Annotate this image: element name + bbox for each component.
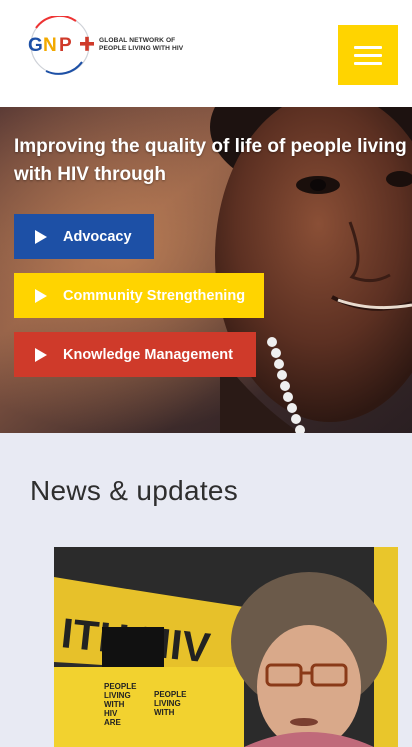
placard-line-1: PEOPLE — [104, 682, 137, 691]
knowledge-management-button[interactable]: Knowledge Management — [14, 332, 256, 377]
advocacy-button-label: Advocacy — [63, 228, 132, 245]
placard-line-4: HIV — [104, 709, 118, 718]
menu-button[interactable] — [338, 25, 398, 85]
logo-letter-n: N — [43, 35, 57, 56]
play-icon — [35, 288, 47, 303]
hero-title: Improving the quality of life of people … — [14, 136, 407, 185]
gnp-logo[interactable]: G N P GLOBAL NETWORK OF PEOPLE LIVING WI… — [26, 16, 201, 76]
community-strengthening-button[interactable]: Community Strengthening — [14, 273, 264, 318]
news-title: News & updates — [30, 475, 239, 506]
news-featured-image[interactable]: ITH HIV PEOPLE LIVING WITH HIV ARE PEOPL… — [54, 547, 398, 747]
placard-line-3: WITH — [104, 700, 125, 709]
hero-section: Improving the quality of life of people … — [0, 107, 412, 433]
placard-line-7: LIVING — [154, 699, 181, 708]
placard-line-2: LIVING — [104, 691, 131, 700]
logo-letter-g: G — [28, 35, 43, 56]
play-icon — [35, 347, 47, 362]
placard-line-5: ARE — [104, 718, 122, 727]
community-strengthening-button-label: Community Strengthening — [63, 287, 246, 304]
knowledge-management-button-label: Knowledge Management — [63, 346, 233, 363]
site-header: G N P GLOBAL NETWORK OF PEOPLE LIVING WI… — [0, 0, 412, 107]
placard-line-8: WITH — [154, 708, 175, 717]
logo-letter-p: P — [59, 35, 72, 56]
news-section: News & updates ITH HIV PEOPLE LIVING WIT… — [0, 433, 412, 747]
logo-line1: GLOBAL NETWORK OF — [99, 37, 176, 44]
play-icon — [35, 229, 47, 244]
placard-line-6: PEOPLE — [154, 690, 187, 699]
news-photo: ITH HIV PEOPLE LIVING WITH HIV ARE PEOPL… — [54, 547, 398, 747]
logo-tagline: GLOBAL NETWORK OF PEOPLE LIVING WITH HIV — [99, 37, 183, 53]
logo-line2: PEOPLE LIVING WITH HIV — [99, 45, 184, 52]
advocacy-button[interactable]: Advocacy — [14, 214, 154, 259]
